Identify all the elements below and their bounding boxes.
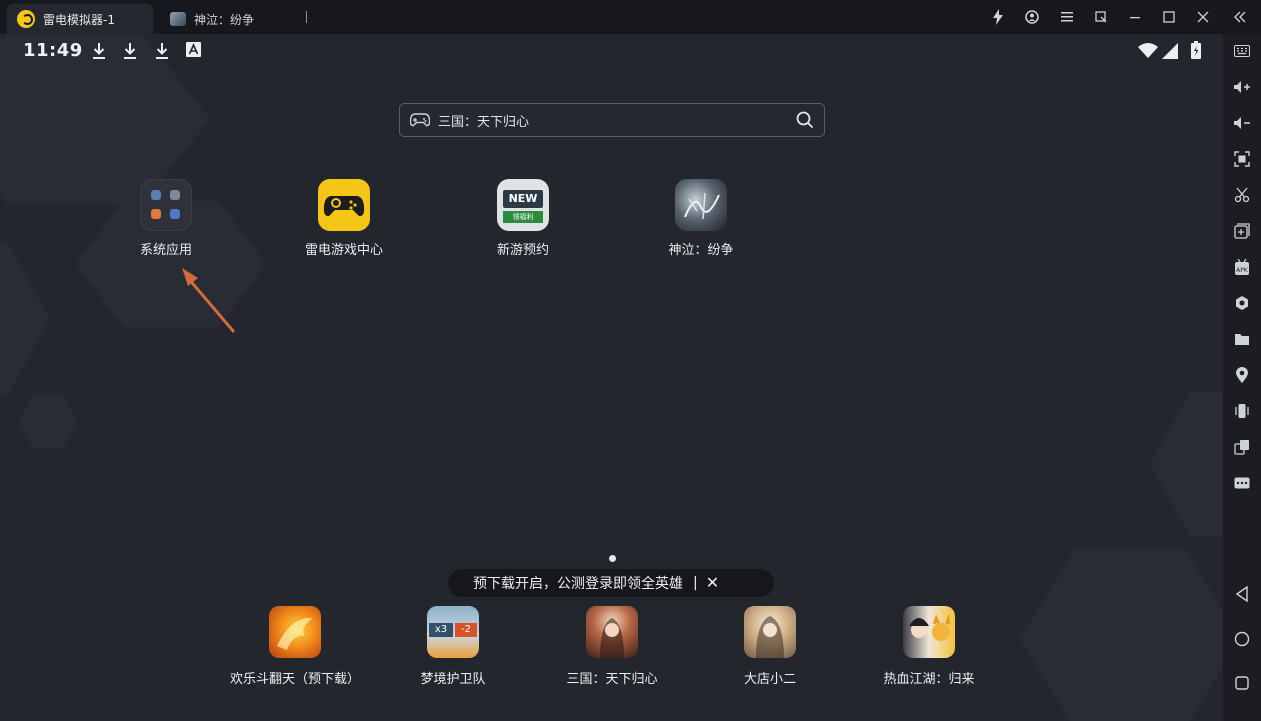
right-toolbar: APK [1223, 34, 1261, 721]
bg-hexagon [18, 395, 78, 449]
pointer-arrow-icon [182, 268, 236, 333]
minimize-icon[interactable] [1118, 0, 1152, 34]
volume-down-icon[interactable] [1232, 113, 1252, 133]
app-system-apps[interactable]: 系统应用 [116, 179, 216, 258]
game-icon [744, 606, 796, 658]
game-icon: x3 -2 [427, 606, 479, 658]
tab-label: 神泣：纷争 [194, 12, 255, 27]
account-icon[interactable] [1015, 0, 1049, 34]
maximize-icon[interactable] [1152, 0, 1186, 34]
leidian-logo-icon [17, 10, 35, 28]
new-badge: NEW [503, 190, 543, 208]
clock: 11:49 [23, 40, 83, 61]
app-label: 热血江湖：归来 [883, 672, 975, 687]
svg-text:APK: APK [1236, 267, 1249, 274]
download-icon [93, 43, 105, 59]
volume-up-icon[interactable] [1232, 77, 1252, 97]
bg-hexagon [0, 242, 50, 396]
settings-hex-icon[interactable] [1232, 293, 1252, 313]
wifi-icon [1138, 43, 1158, 58]
status-bar: 11:49 [0, 40, 1223, 64]
tab-emulator[interactable]: 雷电模拟器-1 [7, 4, 153, 34]
dock-app[interactable]: 大店小二 [700, 606, 840, 687]
banner-close-button[interactable]: ✕ [706, 575, 719, 591]
search-text: 三国：天下归心 [438, 114, 530, 130]
app-game-center[interactable]: 雷电游戏中心 [294, 179, 394, 258]
new-games-icon: NEW 领福利 [497, 179, 549, 231]
app-label: 新游预约 [496, 243, 549, 258]
restore-window-icon[interactable] [1084, 0, 1118, 34]
gamepad-icon [410, 113, 430, 127]
shenqi-game-icon [675, 179, 727, 231]
close-icon[interactable] [1186, 0, 1220, 34]
new-strip: 领福利 [503, 211, 543, 223]
dock-app[interactable]: x3 -2 梦境护卫队 [383, 606, 523, 687]
scissors-icon[interactable] [1232, 185, 1252, 205]
app-new-games[interactable]: NEW 领福利 新游预约 [473, 179, 573, 258]
menu-icon[interactable] [1050, 0, 1084, 34]
android-screen: 11:49 三国：天下归心 系统应用 雷电游戏中心 NEW 领福利 新游预约 神… [0, 34, 1223, 721]
emulator-window: 雷电模拟器-1 神泣：纷争 11:49 三国：天下归心 系统应用 雷电游戏中心 … [0, 0, 1261, 721]
app-label: 三国：天下归心 [566, 672, 658, 687]
dock-app[interactable]: 欢乐斗翻天（预下载） [225, 606, 365, 687]
home-icon[interactable] [1232, 629, 1252, 649]
keyboard-icon[interactable] [1232, 41, 1252, 61]
tab-game[interactable]: 神泣：纷争 [160, 4, 300, 34]
search-icon[interactable] [796, 111, 814, 129]
system-apps-folder-icon [140, 179, 192, 231]
download-icon [156, 43, 168, 59]
battery-icon [1191, 41, 1201, 59]
shake-icon[interactable] [1232, 401, 1252, 421]
banner-text: 预下载开启，公测登录即领全英雄 [473, 576, 683, 592]
location-icon[interactable] [1232, 365, 1252, 385]
game-tab-icon [170, 12, 186, 26]
app-label: 梦境护卫队 [420, 672, 486, 687]
game-icon [269, 606, 321, 658]
search-bar[interactable]: 三国：天下归心 [399, 103, 825, 137]
app-label: 神泣：纷争 [668, 243, 734, 258]
a-icon [186, 42, 201, 57]
game-center-icon [318, 179, 370, 231]
folder-icon[interactable] [1232, 329, 1252, 349]
app-label: 欢乐斗翻天（预下载） [229, 672, 360, 687]
download-icon [124, 43, 136, 59]
app-label: 雷电游戏中心 [304, 243, 383, 258]
more-icon[interactable] [1232, 473, 1252, 493]
app-label: 大店小二 [743, 672, 796, 687]
signal-icon [1162, 43, 1178, 59]
app-shenqi[interactable]: 神泣：纷争 [651, 179, 751, 258]
back-icon[interactable] [1232, 584, 1252, 604]
screenshot-icon[interactable] [1232, 149, 1252, 169]
banner-separator: | [693, 575, 698, 591]
tab-separator [306, 11, 307, 23]
app-label: 系统应用 [139, 243, 192, 258]
game-icon [586, 606, 638, 658]
game-icon [903, 606, 955, 658]
dock-app[interactable]: 三国：天下归心 [542, 606, 682, 687]
multi-instance-icon[interactable] [1232, 437, 1252, 457]
bg-hexagon [1020, 549, 1223, 721]
promo-banner[interactable]: 预下载开启，公测登录即领全英雄 | ✕ [448, 569, 774, 597]
collapse-sidebar-icon[interactable] [1223, 0, 1257, 34]
page-indicator-dot [609, 555, 616, 562]
lightning-icon[interactable] [981, 0, 1015, 34]
title-bar: 雷电模拟器-1 神泣：纷争 [0, 0, 1261, 34]
apk-icon[interactable]: APK [1232, 257, 1252, 277]
dock-app[interactable]: 热血江湖：归来 [859, 606, 999, 687]
bg-hexagon [1150, 392, 1223, 536]
recents-icon[interactable] [1232, 673, 1252, 693]
tab-label: 雷电模拟器-1 [43, 12, 115, 27]
add-window-icon[interactable] [1232, 221, 1252, 241]
